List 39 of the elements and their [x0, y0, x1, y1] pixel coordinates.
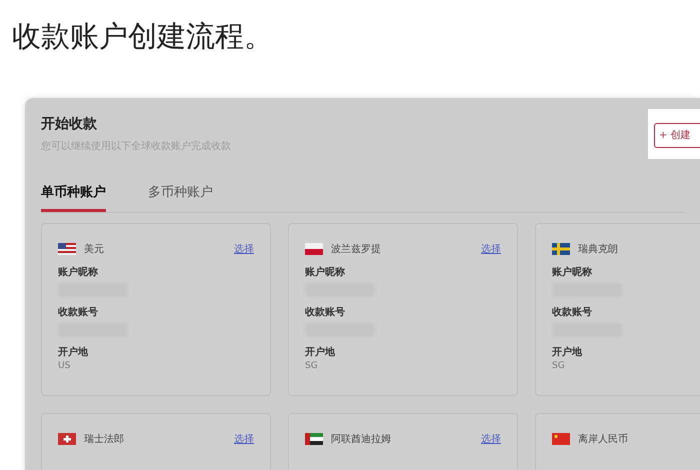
poland-flag-icon: [305, 243, 323, 255]
currency-name: 瑞士法郎: [84, 432, 124, 446]
us-flag-icon: [58, 243, 76, 255]
currency-name: 阿联酋迪拉姆: [331, 432, 391, 446]
account-card[interactable]: 瑞典克朗 账户昵称 收款账号 开户地 SG: [535, 222, 700, 396]
select-link[interactable]: 选择: [481, 242, 501, 256]
account-card[interactable]: 美元 选择 账户昵称 收款账号 开户地 US: [41, 222, 271, 396]
currency-name: 瑞典克朗: [578, 242, 618, 256]
swiss-flag-icon: [58, 433, 76, 445]
select-link[interactable]: 选择: [234, 242, 254, 256]
panel-title: 开始收款: [41, 115, 98, 134]
account-card[interactable]: 瑞士法郎 选择: [41, 412, 271, 470]
field-label: 开户地: [58, 345, 89, 360]
uae-flag-icon: [305, 433, 323, 445]
currency-name: 离岸人民币: [578, 432, 628, 446]
field-value: SG: [552, 360, 566, 372]
field-label: 账户昵称: [552, 265, 593, 280]
field-label: 开户地: [552, 345, 583, 360]
account-card[interactable]: 波兰兹罗提 选择 账户昵称 收款账号 开户地 SG: [288, 222, 518, 396]
account-card[interactable]: 离岸人民币: [535, 412, 700, 470]
field-label: 收款账号: [552, 306, 593, 320]
select-link[interactable]: 选择: [234, 432, 254, 446]
page-heading: 收款账户创建流程。: [12, 18, 274, 55]
account-card[interactable]: 阿联酋迪拉姆 选择: [288, 412, 518, 470]
currency-name: 美元: [84, 242, 104, 256]
field-label: 收款账号: [58, 306, 99, 320]
sweden-flag-icon: [552, 243, 570, 255]
currency-name: 波兰兹罗提: [331, 242, 381, 256]
field-label: 收款账号: [305, 306, 346, 320]
field-label: 开户地: [305, 345, 336, 360]
create-button[interactable]: + 创建: [654, 123, 700, 148]
tab[interactable]: 单币种账户: [41, 183, 106, 212]
field-label: 账户昵称: [305, 265, 346, 280]
select-link[interactable]: 选择: [481, 432, 501, 446]
china-flag-icon: [552, 433, 570, 445]
field-label: 账户昵称: [58, 265, 99, 280]
tab[interactable]: 多币种账户: [148, 183, 213, 212]
field-value: US: [58, 360, 72, 372]
field-value: SG: [305, 360, 319, 372]
